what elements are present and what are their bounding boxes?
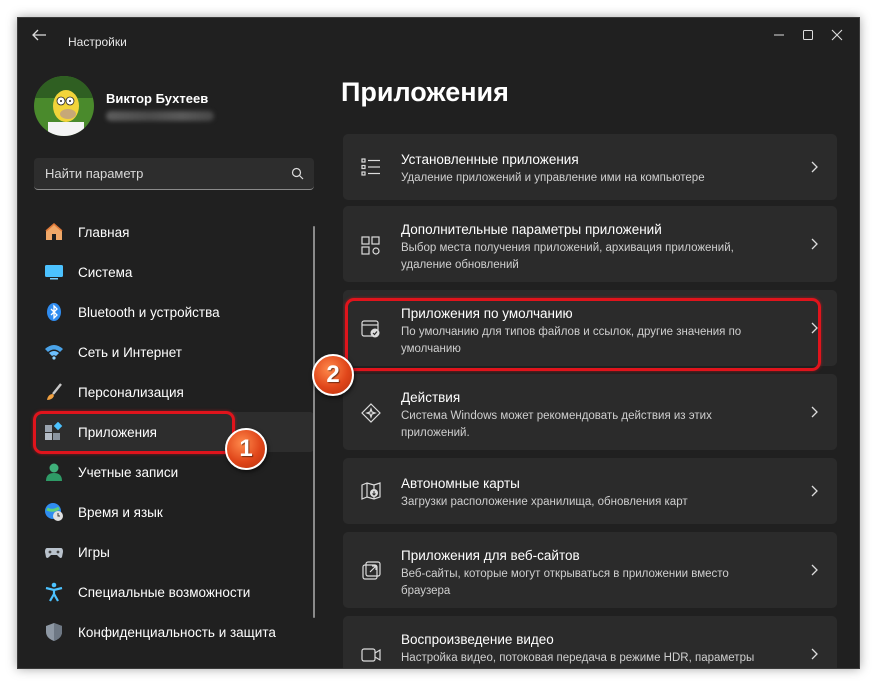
search-input[interactable]: Найти параметр — [45, 158, 143, 190]
gamepad-icon — [44, 542, 64, 562]
chevron-right-icon — [811, 648, 818, 660]
card-description: Веб-сайты, которые могут открываться в п… — [401, 568, 729, 597]
home-icon — [44, 222, 64, 242]
step-badge-2: 2 — [312, 354, 354, 396]
step-badge-1: 1 — [225, 428, 267, 470]
monitor-icon — [44, 262, 64, 282]
apps-settings-icon — [360, 235, 382, 257]
sidebar-item-label: Главная — [78, 224, 130, 240]
sidebar-item-accounts[interactable]: Учетные записи — [34, 452, 314, 492]
sidebar-item-label: Учетные записи — [78, 464, 179, 480]
title-bar: Настройки — [18, 18, 859, 52]
card-apps-for-websites[interactable]: Приложения для веб-сайтов Веб-сайты, кот… — [343, 532, 837, 608]
chevron-right-icon — [811, 406, 818, 418]
accessibility-icon — [44, 582, 64, 602]
card-title: Дополнительные параметры приложений — [401, 222, 662, 237]
brush-icon — [44, 382, 64, 402]
chevron-right-icon — [811, 161, 818, 173]
card-actions[interactable]: Действия Система Windows может рекомендо… — [343, 374, 837, 450]
card-title: Автономные карты — [401, 476, 520, 491]
chevron-right-icon — [811, 238, 818, 250]
card-description: Загрузки расположение хранилища, обновле… — [401, 496, 688, 508]
globe-clock-icon — [44, 502, 64, 522]
sidebar-item-label: Игры — [78, 544, 110, 560]
card-description: Система Windows может рекомендовать дейс… — [401, 410, 712, 439]
open-external-icon — [360, 560, 382, 582]
card-advanced-app-settings[interactable]: Дополнительные параметры приложений Выбо… — [343, 206, 837, 282]
sidebar-item-privacy[interactable]: Конфиденциальность и защита — [34, 612, 314, 652]
sidebar-item-label: Время и язык — [78, 504, 163, 520]
user-email-blurred — [106, 111, 214, 121]
highlight-default-apps — [345, 298, 821, 371]
sidebar-item-system[interactable]: Система — [34, 252, 314, 292]
sidebar-item-accessibility[interactable]: Специальные возможности — [34, 572, 314, 612]
sidebar-item-time-language[interactable]: Время и язык — [34, 492, 314, 532]
sidebar-item-label: Bluetooth и устройства — [78, 304, 220, 320]
close-button[interactable] — [820, 22, 854, 48]
sidebar-item-home[interactable]: Главная — [34, 212, 314, 252]
actions-icon — [360, 402, 382, 424]
avatar[interactable] — [34, 76, 94, 136]
settings-window: Настройки Виктор Бухтеев Найти параметр — [17, 17, 860, 669]
sidebar-item-label: Специальные возможности — [78, 584, 251, 600]
wifi-icon — [44, 342, 64, 362]
sidebar-item-label: Персонализация — [78, 384, 184, 400]
back-arrow-icon[interactable] — [30, 27, 50, 43]
video-icon — [360, 644, 382, 666]
user-name: Виктор Бухтеев — [106, 91, 209, 106]
sidebar-scrollbar[interactable] — [313, 226, 315, 618]
sidebar-item-gaming[interactable]: Игры — [34, 532, 314, 572]
highlight-apps-nav — [33, 411, 235, 454]
sidebar-item-bluetooth[interactable]: Bluetooth и устройства — [34, 292, 314, 332]
page-title: Приложения — [341, 77, 509, 107]
card-description: Удаление приложений и управление ими на … — [401, 172, 705, 184]
card-description: Выбор места получения приложений, архива… — [401, 242, 734, 271]
bluetooth-icon — [44, 302, 64, 322]
shield-icon — [44, 622, 64, 642]
chevron-right-icon — [811, 485, 818, 497]
card-title: Приложения для веб-сайтов — [401, 548, 580, 563]
card-offline-maps[interactable]: Автономные карты Загрузки расположение х… — [343, 458, 837, 524]
sidebar-item-label: Система — [78, 264, 133, 280]
sidebar-item-label: Сеть и Интернет — [78, 344, 182, 360]
map-icon — [360, 480, 382, 502]
search-icon — [291, 167, 304, 185]
sidebar-item-network[interactable]: Сеть и Интернет — [34, 332, 314, 372]
card-installed-apps[interactable]: Установленные приложения Удаление прилож… — [343, 134, 837, 200]
list-icon — [360, 156, 382, 178]
card-description: Настройка видео, потоковая передача в ре… — [401, 652, 755, 664]
search-box[interactable]: Найти параметр — [34, 158, 314, 190]
window-title: Настройки — [68, 35, 127, 49]
account-icon — [44, 462, 64, 482]
sidebar-item-label: Конфиденциальность и защита — [78, 624, 276, 640]
card-title: Воспроизведение видео — [401, 632, 554, 647]
card-title: Установленные приложения — [401, 152, 579, 167]
sidebar-item-personalization[interactable]: Персонализация — [34, 372, 314, 412]
card-title: Действия — [401, 390, 461, 405]
chevron-right-icon — [811, 564, 818, 576]
card-video-playback[interactable]: Воспроизведение видео Настройка видео, п… — [343, 616, 837, 668]
